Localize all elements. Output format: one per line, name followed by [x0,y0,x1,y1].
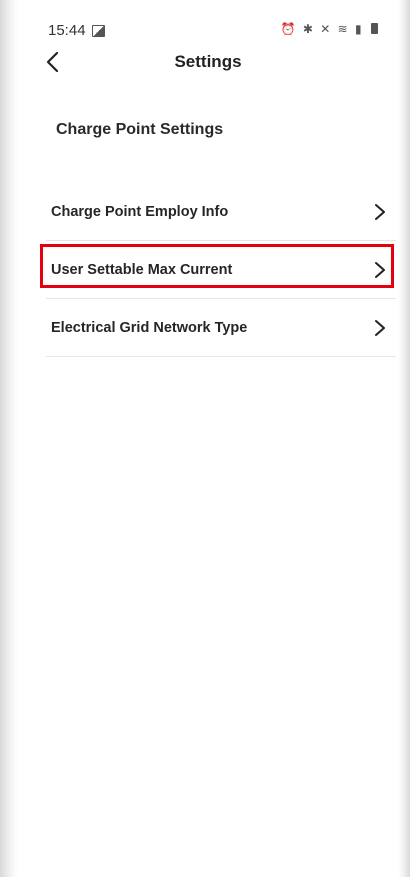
status-icons: ⏰ ✱ ✕ ≋ ▮ [281,22,378,36]
chevron-right-icon [375,262,385,278]
section-title: Charge Point Settings [56,121,224,138]
signal-icon: ▮ [355,22,364,36]
wifi-icon: ≋ [337,22,350,36]
menu-item-label: User Settable Max Current [51,262,233,278]
menu-item-electrical-grid-network-type[interactable]: Electrical Grid Network Type [46,299,396,357]
menu-item-charge-point-employ-info[interactable]: Charge Point Employ Info [46,183,396,241]
alarm-icon: ⏰ [280,22,298,36]
bluetooth-icon: ✱ [302,22,315,36]
menu-item-label: Electrical Grid Network Type [51,320,248,336]
gallery-icon [92,25,105,37]
battery-icon [371,23,378,34]
page-title: Settings [174,52,242,71]
device-frame-right [398,0,410,877]
status-time: 15:44 [48,22,86,39]
menu-item-label: Charge Point Employ Info [51,204,229,220]
page: 15:44 ⏰ ✱ ✕ ≋ ▮ Settings Charge Point Se… [0,0,410,877]
menu-item-user-settable-max-current[interactable]: User Settable Max Current [40,241,396,299]
app-screen: 15:44 ⏰ ✱ ✕ ≋ ▮ Settings Charge Point Se… [18,0,398,877]
chevron-right-icon [375,320,385,336]
settings-menu-list: Charge Point Employ Info User Settable M… [40,183,396,357]
app-header: Settings [18,46,398,80]
chevron-right-icon [375,204,385,220]
device-frame-left [0,0,18,877]
status-bar: 15:44 ⏰ ✱ ✕ ≋ ▮ [18,18,398,46]
mute-icon: ✕ [320,22,333,36]
